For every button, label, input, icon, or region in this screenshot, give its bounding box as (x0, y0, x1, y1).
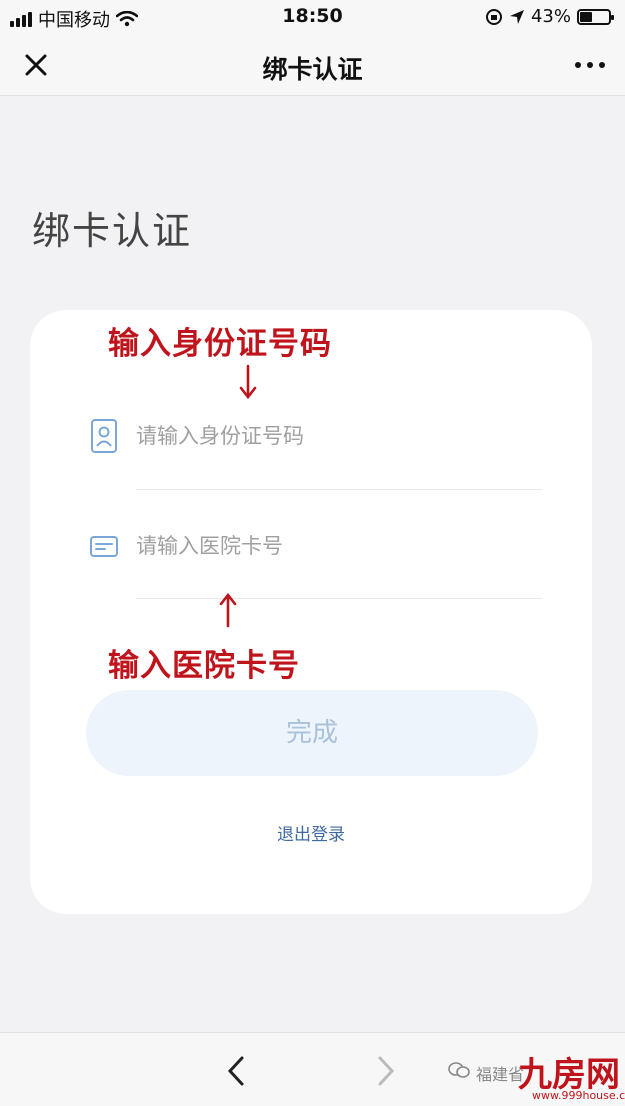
battery-icon (577, 8, 614, 25)
binding-form-card: 输入身份证号码 输入医院卡号 完成 退出登录 (30, 310, 592, 914)
nav-title: 绑卡认证 (262, 55, 363, 84)
battery-percent: 43% (530, 6, 571, 27)
hospital-card-field (90, 516, 542, 576)
page-heading: 绑卡认证 (32, 209, 193, 253)
status-bar: 中国移动 18:50 43% (0, 0, 625, 34)
card-icon (90, 536, 118, 557)
logout-link[interactable]: 退出登录 (30, 820, 592, 845)
id-number-input[interactable] (136, 416, 536, 456)
wechat-icon (448, 1062, 470, 1078)
chevron-right-icon[interactable] (376, 1055, 396, 1087)
arrow-up-icon (219, 592, 237, 628)
arrow-down-icon (239, 364, 257, 400)
divider (136, 489, 542, 490)
annotation-id: 输入身份证号码 (108, 326, 332, 362)
bottom-toolbar: 福建省 九房网 www.999house.com (0, 1032, 625, 1106)
done-button[interactable]: 完成 (86, 690, 538, 776)
nav-bar: 绑卡认证 (0, 34, 625, 96)
id-card-icon (91, 419, 117, 453)
watermark-url: www.999house.com (532, 1089, 625, 1102)
annotation-card: 输入医院卡号 (108, 648, 300, 684)
status-right: 43% (485, 6, 614, 27)
battery-fill (580, 11, 592, 22)
more-icon[interactable] (575, 62, 605, 68)
rotation-lock-icon (485, 8, 502, 25)
divider (136, 598, 542, 599)
watermark-text: 福建省 (476, 1065, 525, 1084)
id-number-field (90, 406, 542, 466)
location-icon (509, 9, 524, 24)
chevron-left-icon[interactable] (226, 1055, 246, 1087)
hospital-card-input[interactable] (136, 526, 536, 566)
